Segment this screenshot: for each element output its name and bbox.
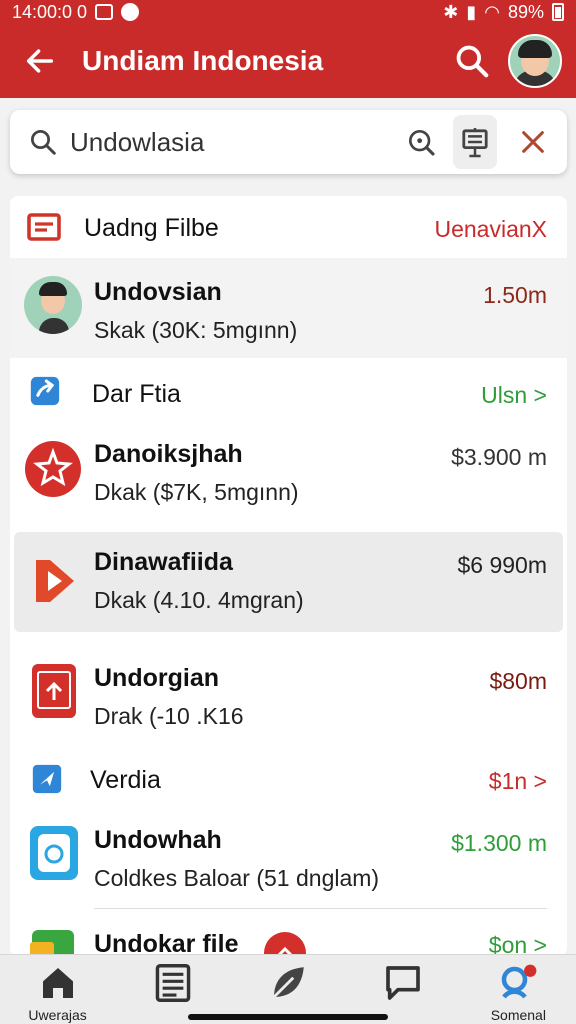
section-title: Uadng Filbe	[84, 214, 219, 242]
app-bar: Undiam Indonesia	[0, 24, 576, 98]
item-name: Undovsian	[94, 278, 222, 306]
status-bar: 14:00:0 0 ✱ ▮ ◠ 89%	[0, 0, 576, 24]
magnifier-plus-icon	[409, 130, 435, 156]
send-icon	[32, 764, 62, 794]
list-item[interactable]: Undokar file $on >	[10, 916, 567, 956]
signal-icon: ▮	[466, 1, 477, 22]
folder-icon	[27, 213, 61, 241]
item-name: Undorgian	[94, 664, 219, 692]
section-header: Dar Ftia Ulsn >	[10, 362, 567, 424]
section-action[interactable]: Ulsn >	[481, 382, 547, 409]
camera-notification-icon	[95, 4, 114, 20]
item-value: $80m	[489, 668, 547, 694]
document-icon	[155, 964, 191, 1002]
list-item[interactable]: Undowhah Coldkes Baloar (51 dnglam) $1.3…	[10, 810, 567, 910]
bottom-navigation: Uwerajas Somenal	[0, 954, 576, 1024]
battery-icon	[552, 3, 564, 21]
item-subtitle: Drak (-10 .K16	[94, 703, 244, 729]
item-subtitle: Skak (30K: 5mgınn)	[94, 317, 298, 343]
search-icon	[456, 45, 489, 78]
search-input[interactable]	[70, 126, 405, 158]
person-avatar-icon	[24, 276, 82, 334]
section-title: Dar Ftia	[92, 380, 181, 408]
green-doc-icon	[30, 930, 74, 956]
share-icon	[30, 376, 60, 406]
item-value: $6 990m	[457, 552, 547, 578]
item-subtitle: Coldkes Baloar (51 dnglam)	[94, 865, 380, 891]
page-title: Undiam Indonesia	[82, 45, 324, 76]
item-name: Dinawafiida	[94, 548, 233, 576]
list-divider	[94, 908, 547, 909]
list-item[interactable]: Undorgian Drak (-10 .K16 $80m	[10, 642, 567, 746]
file-list: Uadng Filbe UenavianX Undovsian Skak (30…	[10, 196, 567, 956]
nav-label: Somenal	[490, 1007, 546, 1023]
item-subtitle: Dkak ($7K, 5mgınn)	[94, 479, 299, 505]
item-subtitle: Dkak (4.10. 4mgran)	[94, 587, 304, 613]
section-action[interactable]: UenavianX	[434, 216, 547, 243]
filter-button[interactable]	[453, 115, 497, 169]
nav-explore[interactable]	[233, 961, 343, 1005]
profile-icon	[502, 964, 537, 999]
red-badge-icon	[25, 441, 81, 497]
item-name: Danoiksjhah	[94, 440, 243, 468]
back-arrow-icon	[26, 49, 54, 73]
user-avatar[interactable]	[508, 34, 562, 88]
nav-home[interactable]: Uwerajas	[3, 961, 113, 1023]
home-indicator	[188, 1014, 388, 1020]
list-item-selected[interactable]: Dinawafiida Dkak (4.10. 4mgran) $6 990m	[14, 532, 563, 632]
item-name: Undowhah	[94, 826, 222, 854]
nav-messages[interactable]	[348, 961, 458, 1005]
section-action[interactable]: $1n >	[489, 768, 547, 795]
clear-button[interactable]	[517, 122, 549, 162]
search-field-icon	[28, 125, 58, 159]
upload-box-icon	[32, 664, 76, 718]
item-value: $1.300 m	[451, 830, 547, 856]
item-value: $on >	[488, 932, 547, 956]
play-icon	[36, 560, 74, 602]
nav-profile[interactable]: Somenal	[463, 961, 573, 1023]
home-icon	[42, 968, 73, 998]
section-header: Uadng Filbe UenavianX	[10, 196, 567, 258]
item-value: 1.50m	[483, 282, 547, 308]
lens-search-button[interactable]	[405, 123, 437, 161]
list-item[interactable]: Danoiksjhah Dkak ($7K, 5mgınn) $3.900 m	[10, 424, 567, 524]
bluetooth-icon: ✱	[443, 1, 459, 22]
close-icon	[521, 131, 544, 153]
chat-icon	[386, 966, 420, 1000]
section-header: Verdia $1n >	[10, 748, 567, 810]
search-button[interactable]	[446, 35, 498, 87]
list-item[interactable]: Undovsian Skak (30K: 5mgınn) 1.50m	[10, 258, 567, 358]
status-time: 14:00:0 0	[12, 1, 88, 22]
battery-level: 89%	[507, 1, 544, 22]
nav-label: Uwerajas	[28, 1007, 87, 1023]
section-title: Verdia	[90, 766, 161, 794]
item-name: Undokar file	[94, 930, 239, 956]
back-button[interactable]	[14, 35, 66, 87]
nav-documents[interactable]	[118, 961, 228, 1005]
notification-icon	[121, 3, 140, 21]
red-circle-icon	[264, 932, 306, 956]
device-icon	[30, 826, 78, 880]
avatar-hair	[518, 40, 552, 58]
filter-board-icon	[462, 128, 488, 158]
wifi-icon: ◠	[484, 1, 500, 22]
item-value: $3.900 m	[451, 444, 547, 470]
search-bar	[10, 110, 567, 174]
leaf-icon	[272, 967, 304, 998]
